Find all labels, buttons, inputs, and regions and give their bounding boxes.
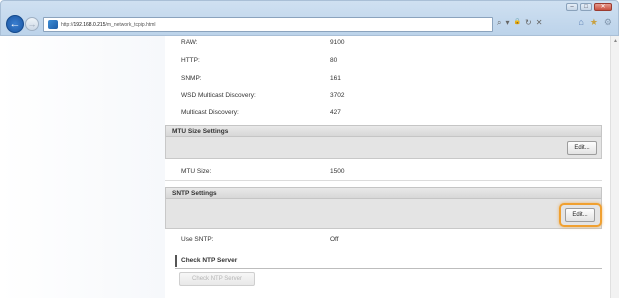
check-ntp-server-button[interactable]: Check NTP Server <box>179 272 255 286</box>
port-label-raw: RAW: <box>181 39 198 46</box>
address-bar[interactable]: http://192.168.0.215/m_network_tcpip.htm… <box>43 17 493 32</box>
mtu-section-header: MTU Size Settings <box>165 125 602 137</box>
sntp-edit-button[interactable]: Edit... <box>565 208 595 222</box>
subheading-underline <box>175 268 602 269</box>
address-tools: ⌕ ▾ 🔒 ↻ ✕ <box>497 18 542 28</box>
port-label-multicast: Multicast Discovery: <box>181 109 239 116</box>
home-icon[interactable]: ⌂ <box>578 17 583 28</box>
favorites-icon[interactable]: ★ <box>590 17 598 28</box>
minimize-icon[interactable]: – <box>566 3 578 11</box>
port-value-wsd: 3702 <box>330 92 345 99</box>
port-value-snmp: 161 <box>330 75 341 82</box>
search-icon[interactable]: ⌕ <box>497 18 501 28</box>
sntp-section-header: SNTP Settings <box>165 187 602 199</box>
stop-icon[interactable]: ✕ <box>536 18 543 28</box>
refresh-icon[interactable]: ↻ <box>525 18 532 28</box>
close-icon[interactable]: ✕ <box>594 3 612 11</box>
browser-toolbar-icons: ⌂ ★ ⚙ <box>578 17 612 28</box>
tools-icon[interactable]: ⚙ <box>604 17 612 28</box>
page-favicon-icon <box>48 20 58 29</box>
port-label-wsd: WSD Multicast Discovery: <box>181 92 256 99</box>
scroll-up-icon[interactable]: ▲ <box>613 38 618 44</box>
port-label-snmp: SNMP: <box>181 75 202 82</box>
check-ntp-subheading: Check NTP Server <box>175 255 237 267</box>
sntp-section-toolbar <box>165 199 602 229</box>
vertical-scrollbar[interactable] <box>610 36 619 298</box>
address-url: http://192.168.0.215/m_network_tcpip.htm… <box>61 21 156 28</box>
dropdown-icon[interactable]: ▾ <box>505 18 509 28</box>
port-value-multicast: 427 <box>330 109 341 116</box>
lock-icon[interactable]: 🔒 <box>514 18 521 28</box>
back-arrow-icon: ← <box>9 18 21 30</box>
mtu-edit-button[interactable]: Edit... <box>567 141 597 155</box>
port-value-raw: 9100 <box>330 39 345 46</box>
section-divider <box>165 180 602 181</box>
port-value-http: 80 <box>330 57 338 64</box>
browser-chrome: – □ ✕ ← → http://192.168.0.215/m_network… <box>0 0 619 36</box>
forward-button[interactable]: → <box>25 17 39 31</box>
use-sntp-label: Use SNTP: <box>181 236 214 243</box>
maximize-icon[interactable]: □ <box>580 3 592 11</box>
left-navigation-panel <box>0 36 165 298</box>
mtu-size-value: 1500 <box>330 168 345 175</box>
back-button[interactable]: ← <box>6 15 24 33</box>
mtu-size-label: MTU Size: <box>181 168 212 175</box>
forward-arrow-icon: → <box>27 19 37 29</box>
port-label-http: HTTP: <box>181 57 200 64</box>
use-sntp-value: Off <box>330 236 339 243</box>
mtu-section-toolbar <box>165 137 602 159</box>
window-controls: – □ ✕ <box>566 3 612 11</box>
